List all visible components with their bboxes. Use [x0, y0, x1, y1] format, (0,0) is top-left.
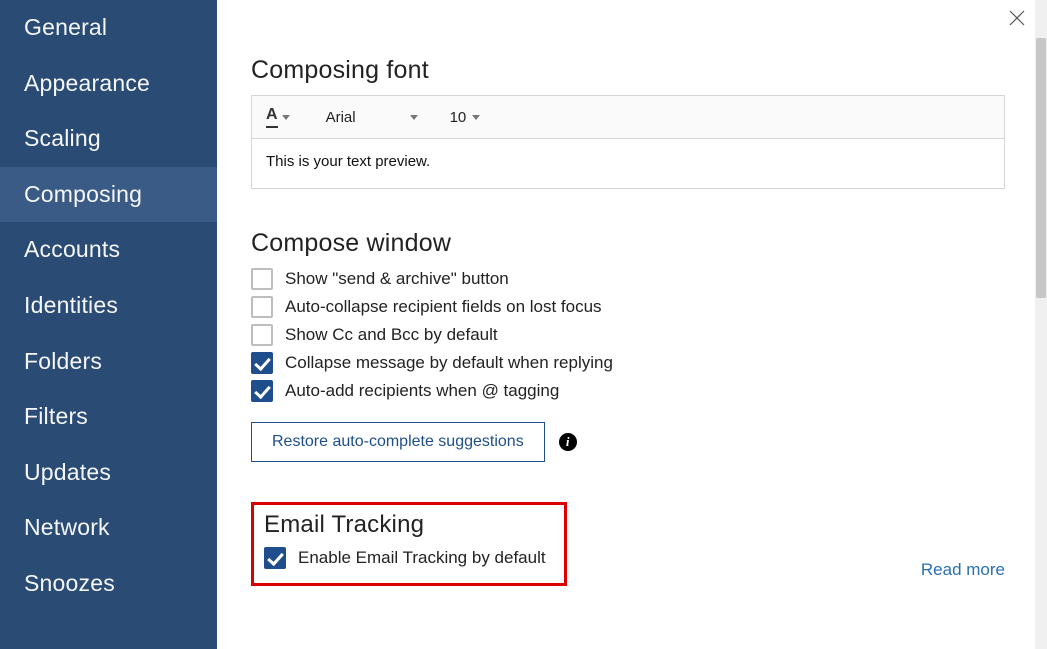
checkbox[interactable]: [251, 296, 273, 318]
chevron-down-icon: [410, 115, 418, 120]
option-label: Enable Email Tracking by default: [298, 548, 546, 568]
checkbox[interactable]: [251, 352, 273, 374]
option-auto-add-at-tag[interactable]: Auto-add recipients when @ tagging: [251, 380, 1005, 402]
sidebar-item-network[interactable]: Network: [0, 500, 217, 556]
option-label: Show Cc and Bcc by default: [285, 325, 498, 345]
option-collapse-message-reply[interactable]: Collapse message by default when replyin…: [251, 352, 1005, 374]
option-send-archive[interactable]: Show "send & archive" button: [251, 268, 1005, 290]
option-show-cc-bcc[interactable]: Show Cc and Bcc by default: [251, 324, 1005, 346]
option-label: Show "send & archive" button: [285, 269, 509, 289]
font-size-value: 10: [450, 109, 467, 126]
restore-autocomplete-button[interactable]: Restore auto-complete suggestions: [251, 422, 545, 462]
sidebar-item-scaling[interactable]: Scaling: [0, 111, 217, 167]
option-enable-email-tracking[interactable]: Enable Email Tracking by default: [264, 547, 546, 569]
chevron-down-icon: [282, 115, 290, 120]
compose-window-options: Show "send & archive" button Auto-collap…: [251, 268, 1005, 402]
chevron-down-icon: [472, 115, 480, 120]
sidebar-item-snoozes[interactable]: Snoozes: [0, 556, 217, 612]
settings-content: Composing font A Arial 10: [217, 0, 1047, 649]
email-tracking-row: Email Tracking Enable Email Tracking by …: [251, 502, 1005, 586]
checkbox[interactable]: [251, 380, 273, 402]
sidebar-item-general[interactable]: General: [0, 0, 217, 56]
font-color-icon: A: [266, 106, 278, 128]
sidebar-item-filters[interactable]: Filters: [0, 389, 217, 445]
restore-row: Restore auto-complete suggestions i: [251, 422, 1005, 462]
checkbox[interactable]: [251, 268, 273, 290]
info-icon[interactable]: i: [559, 433, 577, 451]
sidebar-item-accounts[interactable]: Accounts: [0, 222, 217, 278]
sidebar-item-appearance[interactable]: Appearance: [0, 56, 217, 112]
font-toolbar: A Arial 10: [252, 96, 1004, 139]
sidebar-item-composing[interactable]: Composing: [0, 167, 217, 223]
settings-window: General Appearance Scaling Composing Acc…: [0, 0, 1047, 649]
section-heading-compose-window: Compose window: [251, 229, 1005, 258]
checkbox[interactable]: [264, 547, 286, 569]
scrollbar-thumb[interactable]: [1036, 38, 1046, 298]
settings-scroll-area: Composing font A Arial 10: [217, 0, 1035, 649]
sidebar-item-updates[interactable]: Updates: [0, 445, 217, 501]
font-family-select[interactable]: Arial: [322, 107, 422, 128]
sidebar-item-folders[interactable]: Folders: [0, 334, 217, 390]
font-preview: This is your text preview.: [252, 139, 1004, 188]
font-color-button[interactable]: A: [266, 106, 290, 128]
font-settings-box: A Arial 10 This is your text preview.: [251, 95, 1005, 189]
option-auto-collapse-recipients[interactable]: Auto-collapse recipient fields on lost f…: [251, 296, 1005, 318]
font-size-select[interactable]: 10: [446, 107, 485, 128]
option-label: Auto-collapse recipient fields on lost f…: [285, 297, 602, 317]
scrollbar[interactable]: [1035, 0, 1047, 649]
section-heading-composing-font: Composing font: [251, 56, 1005, 85]
option-label: Auto-add recipients when @ tagging: [285, 381, 559, 401]
sidebar-item-identities[interactable]: Identities: [0, 278, 217, 334]
section-heading-email-tracking: Email Tracking: [264, 511, 546, 539]
option-label: Collapse message by default when replyin…: [285, 353, 613, 373]
checkbox[interactable]: [251, 324, 273, 346]
email-tracking-highlight: Email Tracking Enable Email Tracking by …: [251, 502, 567, 586]
font-family-value: Arial: [326, 109, 356, 126]
settings-sidebar: General Appearance Scaling Composing Acc…: [0, 0, 217, 649]
read-more-link[interactable]: Read more: [921, 560, 1005, 586]
